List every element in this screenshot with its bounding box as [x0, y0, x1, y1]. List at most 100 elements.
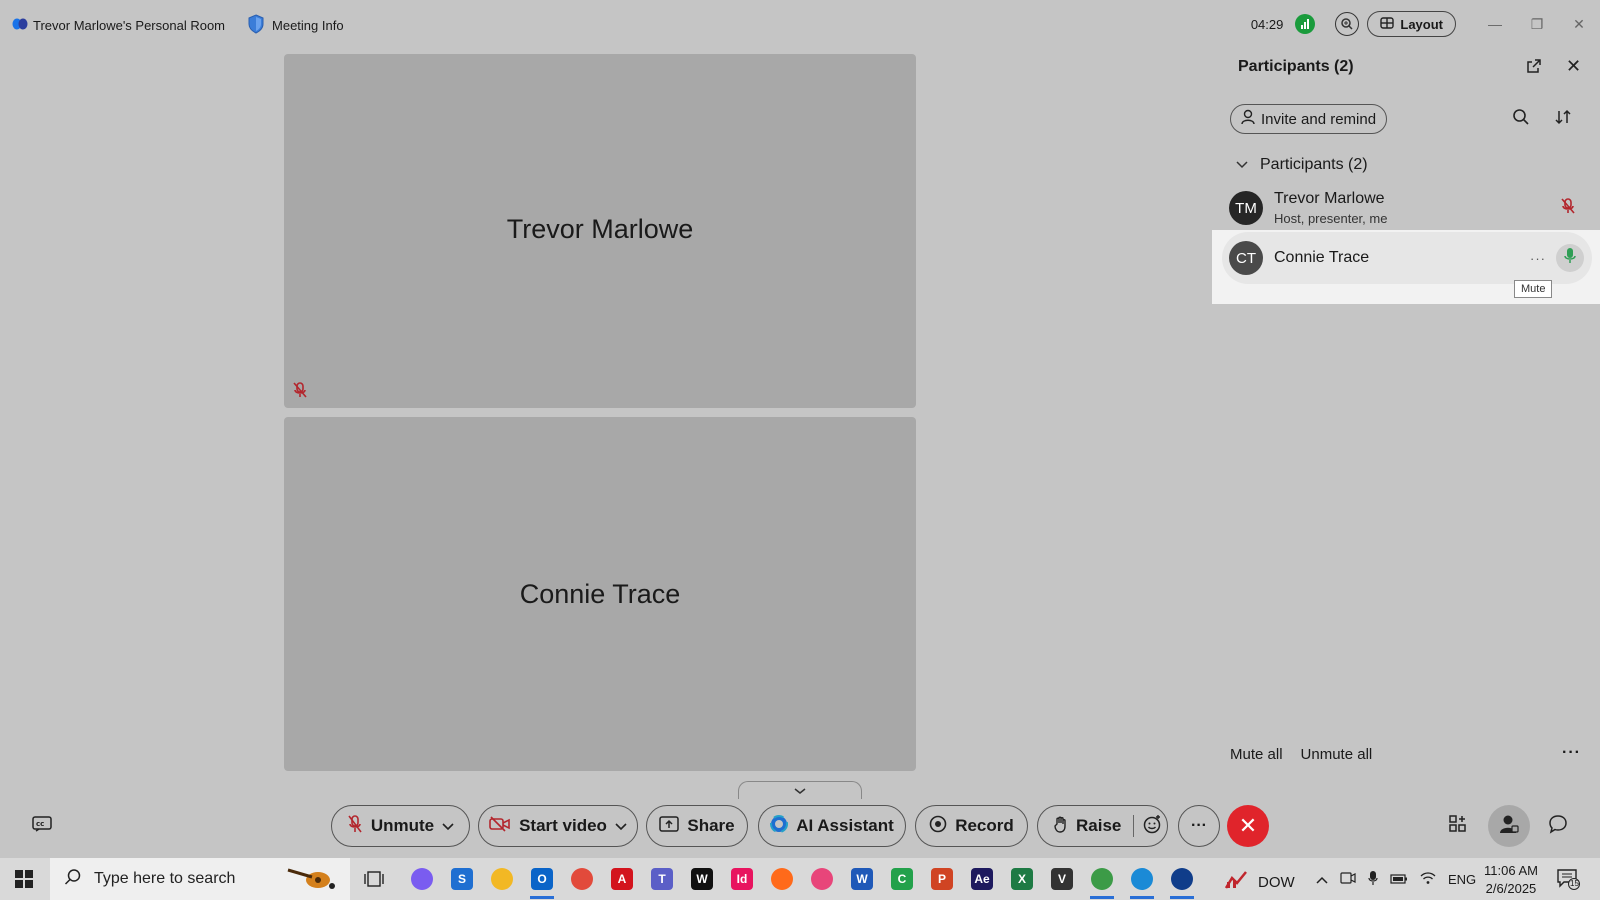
more-options-button[interactable]: ···	[1178, 805, 1220, 847]
app-glyph	[811, 868, 833, 890]
battery-icon[interactable]	[1390, 872, 1408, 887]
after-effects-app-icon[interactable]: Ae	[966, 863, 998, 895]
c-app-icon[interactable]: C	[886, 863, 918, 895]
excel-app-icon[interactable]: X	[1006, 863, 1038, 895]
raise-button[interactable]: Raise	[1037, 805, 1168, 847]
avatar: CT	[1229, 241, 1263, 275]
word-app-icon[interactable]: W	[846, 863, 878, 895]
edge-app-icon[interactable]	[1126, 863, 1158, 899]
sort-icon[interactable]	[1554, 108, 1572, 131]
restore-icon[interactable]: ❐	[1516, 8, 1558, 40]
clock-date: 2/6/2025	[1485, 881, 1537, 896]
panel-title: Participants (2)	[1238, 58, 1354, 75]
layout-button[interactable]: Layout	[1367, 11, 1456, 37]
app-glyph: O	[531, 868, 553, 890]
task-view-icon[interactable]	[364, 870, 384, 893]
invite-and-remind-button[interactable]: Invite and remind	[1230, 104, 1388, 134]
meet-now-icon[interactable]	[1340, 871, 1356, 888]
meeting-toolbar: cc Unmute Start video Share AI Assistant	[0, 800, 1600, 856]
ticker-label: DOW	[1258, 873, 1295, 891]
taskbar-apps: S O A T W Id W C P Ae X V	[406, 863, 1198, 899]
chrome-profile-app-icon[interactable]	[1086, 863, 1118, 899]
invite-label: Invite and remind	[1261, 110, 1377, 128]
wifi-icon[interactable]	[1420, 871, 1436, 888]
app-glyph	[1091, 868, 1113, 890]
app-glyph	[771, 868, 793, 890]
close-window-icon[interactable]: ✕	[1558, 8, 1600, 40]
teams-app-icon[interactable]: T	[646, 863, 678, 895]
pop-out-icon[interactable]	[1526, 58, 1542, 79]
minimize-icon[interactable]: —	[1474, 8, 1516, 40]
room-title-text: Trevor Marlowe's Personal Room	[33, 18, 226, 33]
share-button[interactable]: Share	[646, 805, 748, 847]
participant-name: Connie Trace	[1274, 249, 1370, 266]
copilot-app-icon[interactable]	[406, 863, 438, 895]
mute-participant-button[interactable]	[1556, 244, 1584, 272]
muted-mic-icon[interactable]	[1560, 197, 1576, 220]
notifications-icon[interactable]: 15	[1556, 868, 1580, 895]
video-tile-connie[interactable]: Connie Trace	[284, 417, 916, 771]
meeting-timer: 04:29	[1250, 16, 1284, 32]
avatar: TM	[1229, 191, 1263, 225]
chat-icon[interactable]	[1548, 814, 1568, 839]
outlook-app-icon[interactable]: O	[526, 863, 558, 899]
app-glyph: P	[931, 868, 953, 890]
firefox-app-icon[interactable]	[766, 863, 798, 895]
record-button[interactable]: Record	[915, 805, 1028, 847]
search-icon[interactable]	[1512, 108, 1530, 131]
powerpoint-app-icon[interactable]: P	[926, 863, 958, 895]
mute-all-button[interactable]: Mute all	[1230, 746, 1283, 763]
participant-name: Trevor Marlowe	[1274, 190, 1385, 207]
app-glyph	[1171, 868, 1193, 890]
network-signal-icon[interactable]	[1295, 14, 1316, 34]
person-add-icon	[1241, 109, 1255, 129]
system-clock[interactable]: 11:06 AM 2/6/2025	[1484, 862, 1538, 898]
panel-more-button[interactable]: ···	[1562, 744, 1581, 762]
participant-row-connie[interactable]: CT Connie Trace ···	[1222, 232, 1592, 284]
webex-app-icon[interactable]: W	[686, 863, 718, 895]
raise-hand-icon	[1054, 815, 1068, 838]
unmute-button[interactable]: Unmute	[331, 805, 470, 847]
v-app-icon[interactable]: V	[1046, 863, 1078, 895]
participants-toggle-button[interactable]	[1488, 805, 1530, 847]
closed-captions-icon[interactable]: cc	[32, 816, 52, 837]
apps-icon[interactable]	[1448, 814, 1468, 839]
video-tile-trevor[interactable]: Trevor Marlowe	[284, 54, 916, 408]
app-glyph: W	[851, 868, 873, 890]
chevron-down-icon[interactable]	[615, 816, 627, 836]
ai-assistant-button[interactable]: AI Assistant	[758, 805, 906, 847]
start-video-button[interactable]: Start video	[478, 805, 638, 847]
app-glyph: W	[691, 868, 713, 890]
acrobat-app-icon[interactable]: A	[606, 863, 638, 895]
chrome-app-icon[interactable]	[566, 863, 598, 895]
participants-section-header[interactable]: Participants (2)	[1236, 156, 1368, 174]
participant-more-button[interactable]: ···	[1530, 251, 1546, 266]
close-panel-icon[interactable]: ✕	[1566, 56, 1581, 77]
tile-participant-name: Connie Trace	[519, 578, 681, 609]
chevron-up-icon[interactable]	[1316, 872, 1328, 887]
webex-meeting-app-icon[interactable]	[1166, 863, 1198, 899]
reactions-icon[interactable]	[1142, 814, 1162, 839]
zoom-icon[interactable]	[1335, 12, 1360, 36]
chevron-down-icon[interactable]	[442, 816, 454, 836]
taskbar-search-input[interactable]: Type here to search	[50, 858, 350, 900]
layout-label: Layout	[1400, 16, 1443, 32]
participant-row-trevor[interactable]: TM Trevor Marlowe Host, presenter, me	[1222, 182, 1592, 234]
language-indicator[interactable]: ENG	[1448, 872, 1476, 887]
muted-mic-icon	[292, 381, 308, 404]
meeting-info-button[interactable]: Meeting Info	[247, 14, 344, 37]
record-icon	[929, 815, 947, 838]
stock-ticker[interactable]: DOW	[1224, 870, 1295, 894]
indesign-app-icon[interactable]: Id	[726, 863, 758, 895]
chevron-down-icon	[793, 782, 807, 800]
unmute-all-button[interactable]: Unmute all	[1301, 746, 1373, 763]
creative-cloud-app-icon[interactable]	[806, 863, 838, 895]
unmute-label: Unmute	[370, 816, 435, 835]
leave-meeting-button[interactable]: ✕	[1227, 805, 1269, 847]
microphone-icon[interactable]	[1368, 870, 1378, 889]
windows-start-icon[interactable]	[14, 869, 34, 894]
file-explorer-app-icon[interactable]	[486, 863, 518, 895]
app-glyph: X	[1011, 868, 1033, 890]
collapse-toolbar-button[interactable]	[738, 781, 862, 799]
s-app-icon[interactable]: S	[446, 863, 478, 895]
